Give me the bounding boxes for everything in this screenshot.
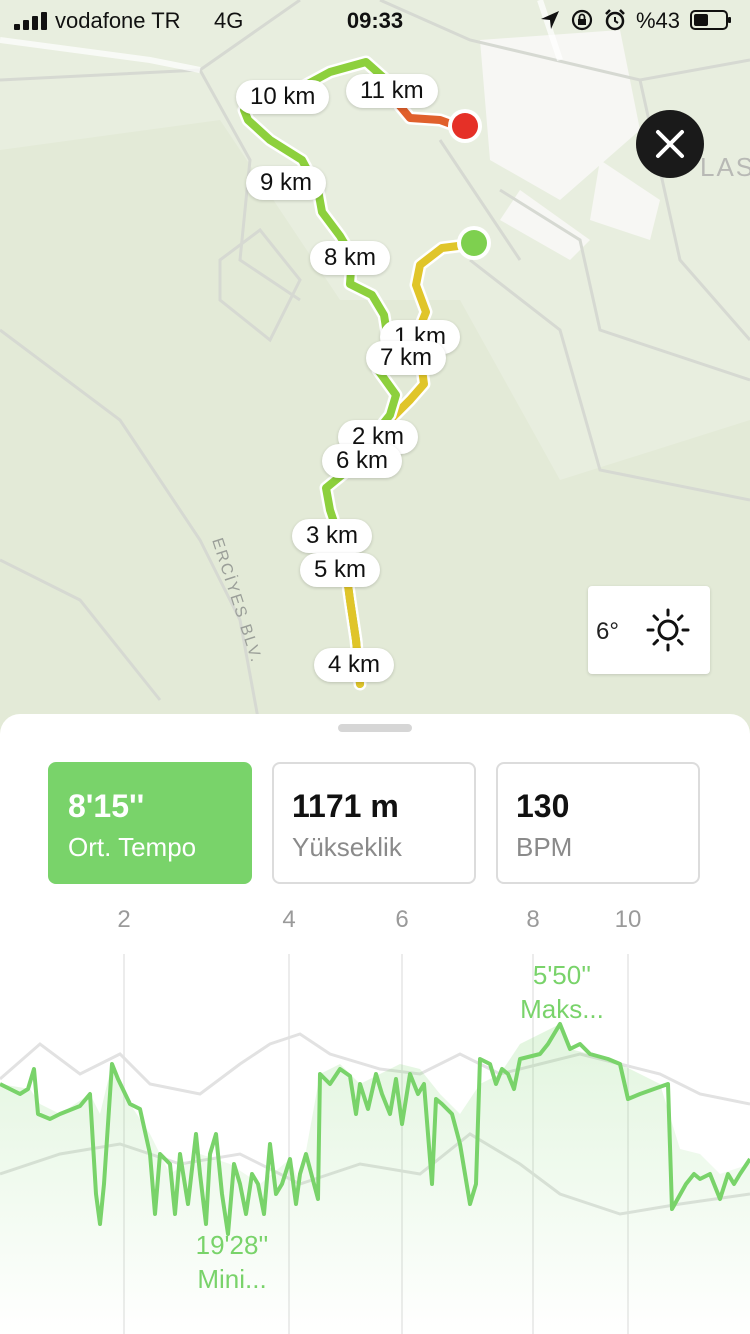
max-pace-annotation: 5'50'' Maks...	[500, 958, 624, 1026]
km-marker-9: 9 km	[246, 166, 327, 200]
min-pace-value: 19'28''	[195, 1230, 269, 1260]
km-marker-7: 7 km	[366, 341, 447, 375]
battery-percent: %43	[636, 8, 681, 33]
location-arrow-icon	[541, 11, 559, 29]
area-name-label: LAS	[700, 152, 750, 182]
km-marker-4: 4 km	[314, 648, 395, 682]
km-marker-6: 6 km	[322, 444, 403, 478]
km-marker-8: 8 km	[310, 241, 391, 275]
min-pace-label: Mini...	[197, 1264, 267, 1294]
stat-card-heart-rate[interactable]: 130 BPM	[496, 762, 700, 884]
battery-icon	[690, 10, 731, 30]
km-marker-3: 3 km	[292, 519, 373, 553]
heart-rate-value: 130	[516, 788, 570, 824]
close-button[interactable]	[636, 110, 704, 178]
sun-icon	[646, 608, 690, 652]
pace-value: 8'15''	[68, 788, 145, 824]
stats-sheet: 8'15'' Ort. Tempo 1171 m Yükseklik 130 B…	[0, 714, 750, 1334]
rotation-lock-icon	[571, 9, 593, 31]
alarm-clock-icon	[605, 9, 625, 31]
km-marker-10: 10 km	[236, 80, 330, 114]
weather-temperature: 6°	[596, 618, 619, 645]
km-marker-5: 5 km	[300, 553, 381, 587]
close-icon	[656, 130, 684, 158]
x-tick-8: 8	[526, 906, 540, 933]
x-tick-4: 4	[282, 906, 296, 933]
max-pace-value: 5'50''	[532, 960, 592, 990]
stat-card-elevation[interactable]: 1171 m Yükseklik	[272, 762, 476, 884]
x-tick-10: 10	[614, 906, 642, 933]
elevation-value: 1171 m	[292, 788, 399, 824]
stat-card-pace[interactable]: 8'15'' Ort. Tempo	[48, 762, 252, 884]
max-pace-label: Maks...	[520, 994, 604, 1024]
km-marker-11: 11 km	[346, 74, 438, 108]
pace-chart[interactable]	[0, 944, 750, 1334]
min-pace-annotation: 19'28'' Mini...	[170, 1228, 294, 1296]
weather-widget[interactable]: 6°	[588, 586, 710, 674]
elevation-label: Yükseklik	[292, 832, 402, 862]
pace-label: Ort. Tempo	[68, 832, 197, 862]
sheet-drag-handle[interactable]	[338, 724, 412, 732]
x-tick-6: 6	[395, 906, 409, 933]
status-bar: vodafone TR 4G 09:33 %43	[0, 0, 750, 40]
heart-rate-label: BPM	[516, 832, 573, 862]
x-tick-2: 2	[117, 906, 131, 933]
